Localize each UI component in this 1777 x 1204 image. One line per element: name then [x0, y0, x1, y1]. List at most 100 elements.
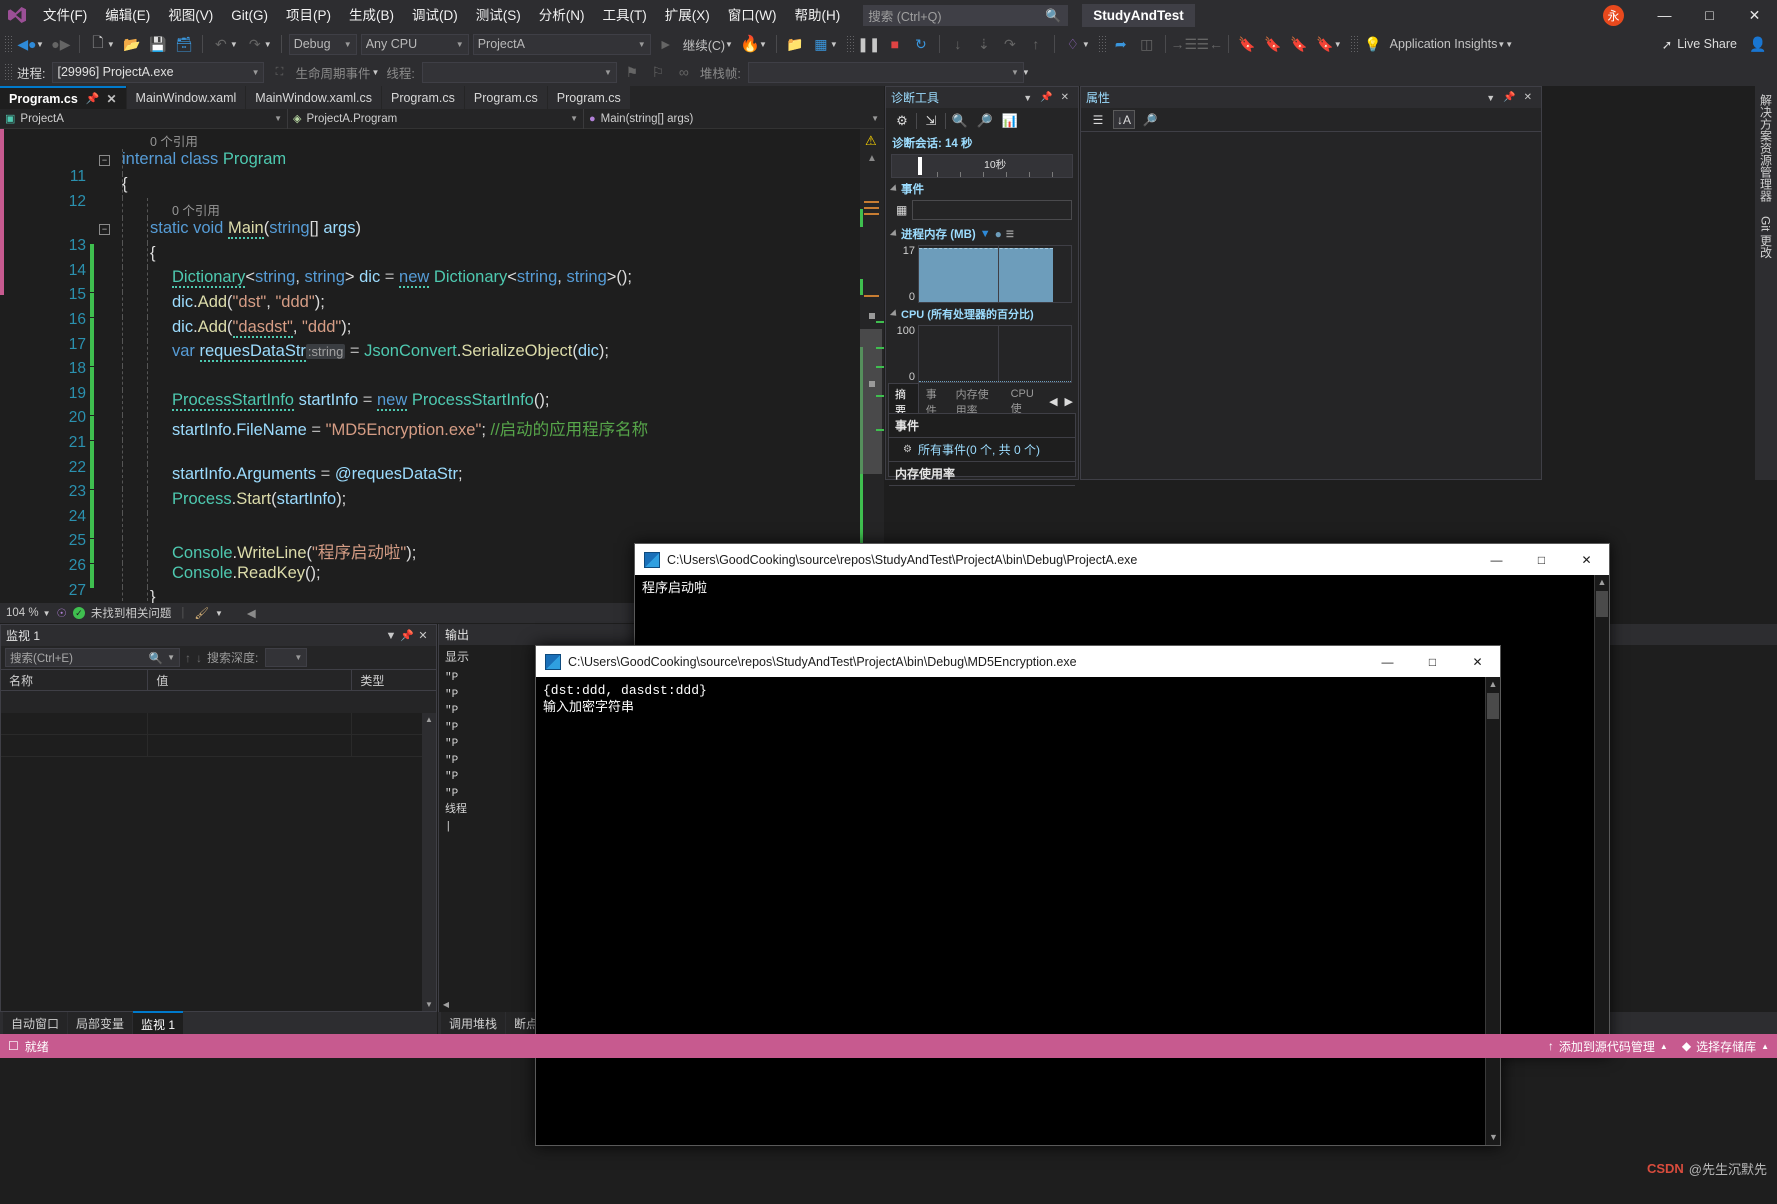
fold-toggle-icon[interactable]: − [99, 224, 110, 235]
code-line[interactable]: 13 − static void Main(string[] args) [0, 218, 884, 243]
menu-build[interactable]: 生成(B) [340, 3, 403, 28]
scrollbar-thumb[interactable] [1487, 693, 1499, 719]
menu-test[interactable]: 测试(S) [467, 3, 530, 28]
tab-mainwindow-xaml[interactable]: MainWindow.xaml [127, 86, 246, 109]
code-line[interactable]: 23 startInfo.Arguments = @requesDataStr; [0, 464, 884, 489]
bookmark-dropdown-icon[interactable]: ▼ [1334, 40, 1342, 49]
link-icon[interactable]: ∞ [671, 61, 697, 83]
code-editor[interactable]: 0 个引用 11 − internal class Program 12 { 0… [0, 129, 884, 603]
watch-search-input[interactable]: 搜索(Ctrl+E) 🔍 ▼ [5, 648, 180, 667]
minimize-icon[interactable]: — [1365, 646, 1410, 677]
scroll-up-icon[interactable]: ▲ [1595, 575, 1609, 590]
flag-filter-icon[interactable]: ⚐ [645, 61, 671, 83]
maximize-icon[interactable]: □ [1410, 646, 1455, 677]
lifecycle-events-icon[interactable]: ⛶ [266, 61, 292, 83]
hot-reload-dropdown-icon[interactable]: ▼ [759, 40, 767, 49]
scroll-down-icon[interactable]: ▼ [422, 998, 436, 1011]
lifecycle-dropdown-icon[interactable]: ▼ [372, 68, 380, 77]
tab-program-cs-active[interactable]: Program.cs 📌 ✕ [0, 86, 126, 109]
scrollbar-thumb[interactable] [1596, 591, 1608, 617]
step-over-icon[interactable]: ⇣ [971, 33, 997, 55]
tab-prev-icon[interactable]: ◀ [1046, 393, 1060, 410]
code-line[interactable]: 17 dic.Add("dasdst", "ddd"); [0, 317, 884, 342]
select-repository-button[interactable]: ◆ 选择存储库 ▲ [1682, 1038, 1769, 1055]
nav-type-combo[interactable]: ◈ ProjectA.Program ▼ [288, 109, 584, 129]
chevron-down-icon[interactable]: ▼ [383, 630, 399, 642]
code-line[interactable]: 14 { [0, 243, 884, 268]
nav-project-combo[interactable]: ▣ ProjectA ▼ [0, 109, 288, 129]
step-into-icon[interactable]: ↓ [945, 33, 971, 55]
sidebar-item-git-changes[interactable]: Git 更改 [1758, 216, 1775, 259]
save-icon[interactable]: 💾 [145, 33, 171, 55]
close-icon[interactable]: ✕ [1564, 544, 1609, 575]
navigate-forward-icon[interactable]: ●▶ [48, 33, 74, 55]
new-item-dropdown-icon[interactable]: ▼ [107, 40, 115, 49]
tab-mainwindow-xaml-cs[interactable]: MainWindow.xaml.cs [246, 86, 381, 109]
warning-triangle-icon[interactable]: ⚠ [865, 133, 877, 149]
scrollbar-thumb[interactable] [860, 329, 882, 474]
tab-call-stack[interactable]: 调用堆栈 [441, 1012, 505, 1035]
debug-toolbar-grip[interactable] [4, 63, 12, 81]
quick-search-input[interactable]: 搜索 (Ctrl+Q) 🔍 [863, 5, 1068, 26]
stop-icon[interactable]: ■ [882, 33, 908, 55]
compare-icon[interactable]: ◫ [1134, 33, 1160, 55]
restart-icon[interactable]: ↻ [908, 33, 934, 55]
code-line[interactable]: 21 startInfo.FileName = "MD5Encryption.e… [0, 415, 884, 440]
gear-icon[interactable]: ⚙ [891, 111, 913, 131]
menu-help[interactable]: 帮助(H) [785, 3, 849, 28]
search-depth-combo[interactable]: ▼ [265, 648, 307, 667]
close-icon[interactable]: ✕ [1455, 646, 1500, 677]
console-b-scrollbar[interactable]: ▲ ▼ [1485, 677, 1500, 1145]
magnifier-icon[interactable]: 🔍 [149, 651, 163, 665]
output-text[interactable]: "P "P "P "P "P "P "P "P 线程 | [445, 670, 467, 835]
menu-file[interactable]: 文件(F) [34, 3, 96, 28]
thread-combo[interactable]: ▼ [422, 62, 617, 83]
tab-next-icon[interactable]: ▶ [1062, 393, 1076, 410]
code-line[interactable]: 15 Dictionary<string, string> dic = new … [0, 267, 884, 292]
arrow-up-icon[interactable]: ↑ [185, 651, 191, 665]
flag-icon[interactable]: ⚑ [619, 61, 645, 83]
properties-events-icon[interactable]: 🔎 [1139, 110, 1161, 129]
show-next-statement-icon[interactable]: ↑ [1023, 33, 1049, 55]
export-icon[interactable]: ⇲ [920, 111, 942, 131]
watch-col-value[interactable]: 值 [148, 669, 352, 691]
code-line[interactable]: 16 dic.Add("dst", "ddd"); [0, 292, 884, 317]
continue-button[interactable]: 继续(C) [679, 33, 729, 56]
diagnostic-timeline-ruler[interactable]: 10秒 [891, 154, 1073, 178]
watch-col-name[interactable]: 名称 [1, 669, 148, 691]
sidebar-item-solution-explorer[interactable]: 解决方案资源管理器 [1758, 94, 1775, 202]
menu-edit[interactable]: 编辑(E) [96, 3, 159, 28]
menu-git[interactable]: Git(G) [222, 3, 277, 28]
bookmark-next-icon[interactable]: 🔖 [1286, 33, 1312, 55]
menu-debug[interactable]: 调试(D) [403, 3, 467, 28]
menu-project[interactable]: 项目(P) [277, 3, 340, 28]
ref-lens-label[interactable]: 0 个引用 [172, 200, 220, 219]
code-cleanup-icon[interactable]: 🖌 [194, 606, 209, 620]
close-icon[interactable]: ✕ [1057, 92, 1073, 103]
tab-program-cs-2[interactable]: Program.cs [382, 86, 464, 109]
minimize-icon[interactable]: — [1642, 0, 1687, 30]
zoom-level-combo[interactable]: 104 % ▼ [6, 607, 51, 619]
lightbulb-icon[interactable]: 💡 [1360, 33, 1386, 55]
stackframe-combo[interactable]: ▼ [748, 62, 1024, 83]
maximize-icon[interactable]: □ [1687, 0, 1732, 30]
console-b-output[interactable]: {dst:ddd, dasdst:ddd} 输入加密字符串 [536, 677, 1485, 1145]
menu-analyze[interactable]: 分析(N) [530, 3, 594, 28]
close-icon[interactable]: ✕ [1732, 0, 1777, 30]
redo-dropdown-icon[interactable]: ▼ [264, 40, 272, 49]
code-line[interactable]: 22 [0, 440, 884, 465]
arrow-down-icon[interactable]: ↓ [196, 651, 202, 665]
select-charts-icon[interactable]: 📊 [999, 111, 1021, 131]
tab-locals[interactable]: 局部变量 [68, 1012, 132, 1035]
live-share-button[interactable]: ➚ Live Share [1654, 35, 1745, 54]
ref-lens-label[interactable]: 0 个引用 [150, 131, 198, 150]
cpu-section-header[interactable]: CPU (所有处理器的百分比) [886, 303, 1078, 325]
code-line[interactable]: 24 Process.Start(startInfo); [0, 489, 884, 514]
maximize-icon[interactable]: □ [1519, 544, 1564, 575]
toolbar-grip-4[interactable] [1350, 35, 1358, 53]
avatar[interactable]: 永 [1603, 5, 1624, 26]
menu-tools[interactable]: 工具(T) [594, 3, 656, 28]
toolbar-grip[interactable] [4, 35, 12, 53]
toolbar-grip-3[interactable] [1098, 35, 1106, 53]
pin-icon[interactable]: 📌 [1499, 92, 1519, 103]
